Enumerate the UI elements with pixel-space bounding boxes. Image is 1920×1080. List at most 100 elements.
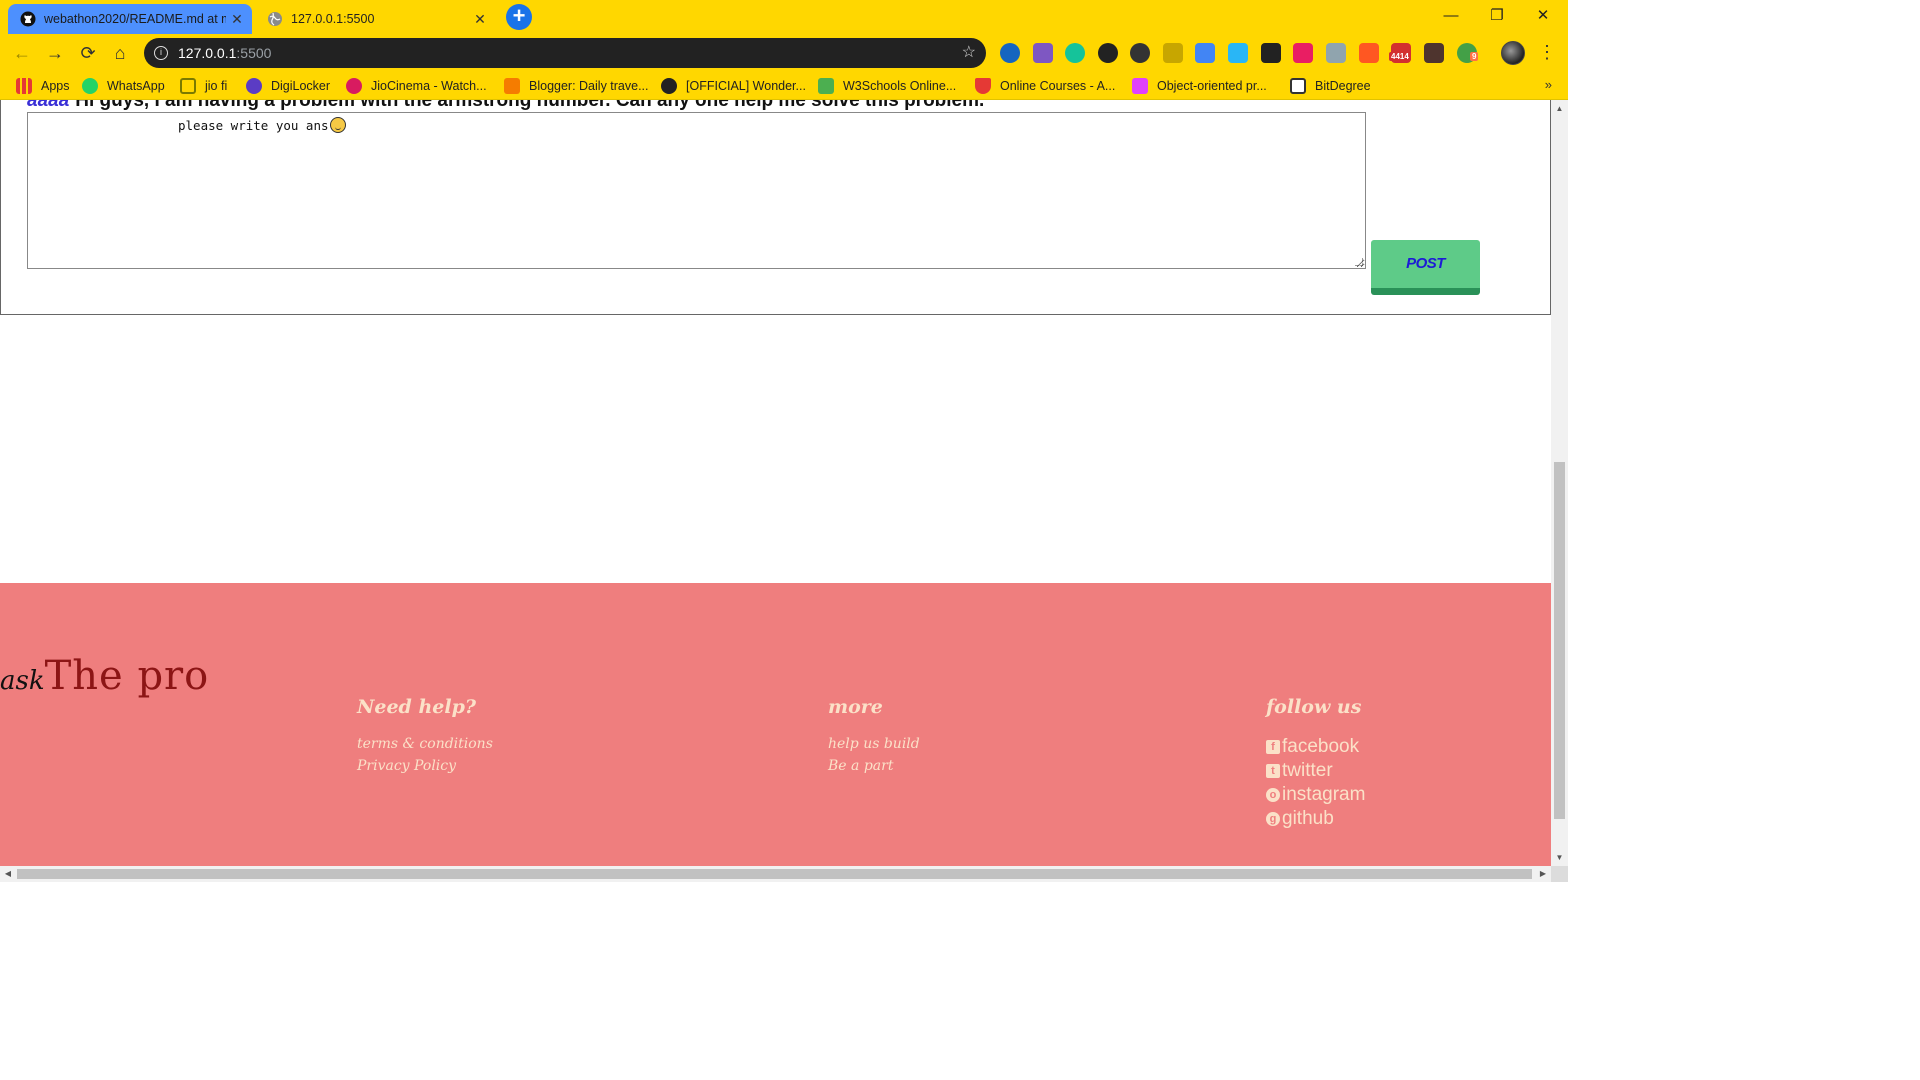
forward-button[interactable]: →: [42, 40, 68, 66]
bookmark-label: Blogger: Daily trave...: [529, 79, 649, 93]
scroll-right-icon[interactable]: ▶: [1535, 866, 1551, 882]
bookmark-whatsapp[interactable]: WhatsApp: [82, 78, 165, 94]
minimize-button[interactable]: —: [1428, 4, 1474, 28]
follow-us-heading: follow us: [1266, 696, 1362, 718]
bookmark-label: Online Courses - A...: [1000, 79, 1116, 93]
bookmarks-overflow-button[interactable]: »: [1545, 77, 1552, 92]
scrollbar-corner: [1551, 866, 1568, 882]
bookmark-bitdegree[interactable]: BitDegree: [1290, 78, 1371, 94]
github-link[interactable]: g github: [1266, 808, 1365, 830]
scroll-down-icon[interactable]: ▼: [1551, 849, 1568, 866]
footer-need-help: Need help? terms & conditions Privacy Po…: [357, 696, 493, 780]
answer-textarea[interactable]: please write you ans: [27, 112, 1366, 269]
extension-lock-icon[interactable]: [1359, 43, 1379, 63]
tab-title: webathon2020/README.md at m: [44, 12, 226, 26]
bookmark-online-courses[interactable]: Online Courses - A...: [975, 78, 1115, 94]
page-viewport: aaaa Hi guys, I am having a problem with …: [0, 100, 1551, 866]
tab-close-icon[interactable]: ✕: [226, 11, 248, 28]
privacy-link[interactable]: Privacy Policy: [357, 758, 493, 774]
horizontal-scroll-thumb[interactable]: [17, 869, 1532, 879]
toolbar: ← → ⟳ ⌂ i 127.0.0.1:5500 ☆ 4414 9 ⋮: [0, 34, 1568, 72]
instagram-icon: o: [1266, 788, 1280, 802]
grammarly-icon[interactable]: [1065, 43, 1085, 63]
profile-avatar[interactable]: [1501, 41, 1525, 65]
bookmark-label: Apps: [41, 79, 70, 93]
facebook-icon: f: [1266, 740, 1280, 754]
extension-color-icon[interactable]: [1228, 43, 1248, 63]
page-icon: [180, 78, 196, 94]
be-a-part-link[interactable]: Be a part: [828, 758, 920, 774]
reload-button[interactable]: ⟳: [75, 40, 101, 66]
url-port: :5500: [236, 45, 272, 61]
digilocker-icon: [246, 78, 262, 94]
extension-eraser-icon[interactable]: [1326, 43, 1346, 63]
bookmark-label: jio fi: [205, 79, 228, 93]
twitter-icon: t: [1266, 764, 1280, 778]
answer-text: please write you ans: [178, 118, 329, 133]
bookmark-label: W3Schools Online...: [843, 79, 957, 93]
bookmark-w3schools[interactable]: W3Schools Online...: [818, 78, 956, 94]
bookmarks-bar: Apps WhatsApp jio fi DigiLocker JioCinem…: [0, 72, 1568, 100]
bookmark-jio-fi[interactable]: jio fi: [180, 78, 227, 94]
bookmark-label: WhatsApp: [107, 79, 165, 93]
menu-icon[interactable]: ⋮: [1538, 42, 1556, 63]
extension-square-icon[interactable]: [1033, 43, 1053, 63]
twitter-link[interactable]: t twitter: [1266, 760, 1365, 782]
restore-button[interactable]: ❐: [1474, 4, 1520, 28]
terms-link[interactable]: terms & conditions: [357, 736, 493, 752]
address-bar[interactable]: i 127.0.0.1:5500 ☆: [144, 38, 986, 68]
resize-handle-icon[interactable]: [1355, 258, 1363, 266]
github-icon: g: [1266, 812, 1280, 826]
gmail-badge: 4414: [1389, 52, 1411, 61]
question-body: Hi guys, I am having a problem with the …: [75, 100, 985, 111]
home-button[interactable]: ⌂: [107, 40, 133, 66]
vertical-scroll-thumb[interactable]: [1554, 462, 1565, 819]
extension-compass-icon[interactable]: [1000, 43, 1020, 63]
tab-localhost[interactable]: 127.0.0.1:5500 ✕: [255, 4, 495, 34]
scroll-up-icon[interactable]: ▲: [1551, 100, 1568, 117]
vertical-scrollbar[interactable]: ▲ ▼: [1551, 100, 1568, 866]
bookmark-digilocker[interactable]: DigiLocker: [246, 78, 330, 94]
new-tab-button[interactable]: +: [506, 4, 532, 30]
question-author[interactable]: aaaa: [27, 100, 69, 111]
bookmark-apps[interactable]: Apps: [16, 78, 70, 94]
bookmark-oop[interactable]: Object-oriented pr...: [1132, 78, 1267, 94]
globe-icon: [267, 11, 283, 27]
tab-strip: webathon2020/README.md at m ✕ 127.0.0.1:…: [0, 0, 1568, 34]
smiley-emoji-icon: [329, 117, 346, 133]
bookmark-label: JioCinema - Watch...: [371, 79, 487, 93]
extension-incognito-icon[interactable]: [1098, 43, 1118, 63]
extension-pink-icon[interactable]: [1293, 43, 1313, 63]
jiocinema-icon: [346, 78, 362, 94]
bookmark-label: BitDegree: [1315, 79, 1371, 93]
facebook-link[interactable]: f facebook: [1266, 736, 1365, 758]
extension-speed-icon[interactable]: [1130, 43, 1150, 63]
back-button[interactable]: ←: [9, 40, 35, 66]
footer-logo[interactable]: askThe pro: [0, 653, 209, 699]
bookmark-star-icon[interactable]: ☆: [962, 38, 976, 68]
extension-so-icon[interactable]: [1163, 43, 1183, 63]
scroll-left-icon[interactable]: ◀: [0, 866, 16, 882]
footer-follow-us: follow us f facebook t twitter o instagram …: [1266, 696, 1365, 832]
tab-github-readme[interactable]: webathon2020/README.md at m ✕: [8, 4, 252, 34]
site-info-icon[interactable]: i: [154, 46, 168, 60]
horizontal-scrollbar[interactable]: ◀ ▶: [0, 866, 1551, 882]
url-host: 127.0.0.1: [178, 45, 237, 61]
tab-close-icon[interactable]: ✕: [469, 11, 491, 28]
window-close-button[interactable]: ✕: [1520, 4, 1566, 28]
apps-grid-icon: [16, 78, 32, 94]
bookmark-jiocinema[interactable]: JioCinema - Watch...: [346, 78, 487, 94]
question-card: aaaa Hi guys, I am having a problem with …: [0, 100, 1551, 315]
extension-note-icon[interactable]: [1261, 43, 1281, 63]
instagram-link[interactable]: o instagram: [1266, 784, 1365, 806]
help-us-build-link[interactable]: help us build: [828, 736, 920, 752]
google-translate-icon[interactable]: [1195, 43, 1215, 63]
question-title: aaaa Hi guys, I am having a problem with …: [27, 100, 984, 112]
logo-the-pro: The pro: [44, 653, 210, 699]
bitdegree-icon: [1290, 78, 1306, 94]
bookmark-blogger[interactable]: Blogger: Daily trave...: [504, 78, 649, 94]
qr-code-icon[interactable]: [1424, 43, 1444, 63]
bookmark-wondershare[interactable]: [OFFICIAL] Wonder...: [661, 78, 806, 94]
footer: askThe pro Need help? terms & conditions…: [0, 583, 1551, 866]
post-button[interactable]: POST: [1371, 240, 1480, 295]
